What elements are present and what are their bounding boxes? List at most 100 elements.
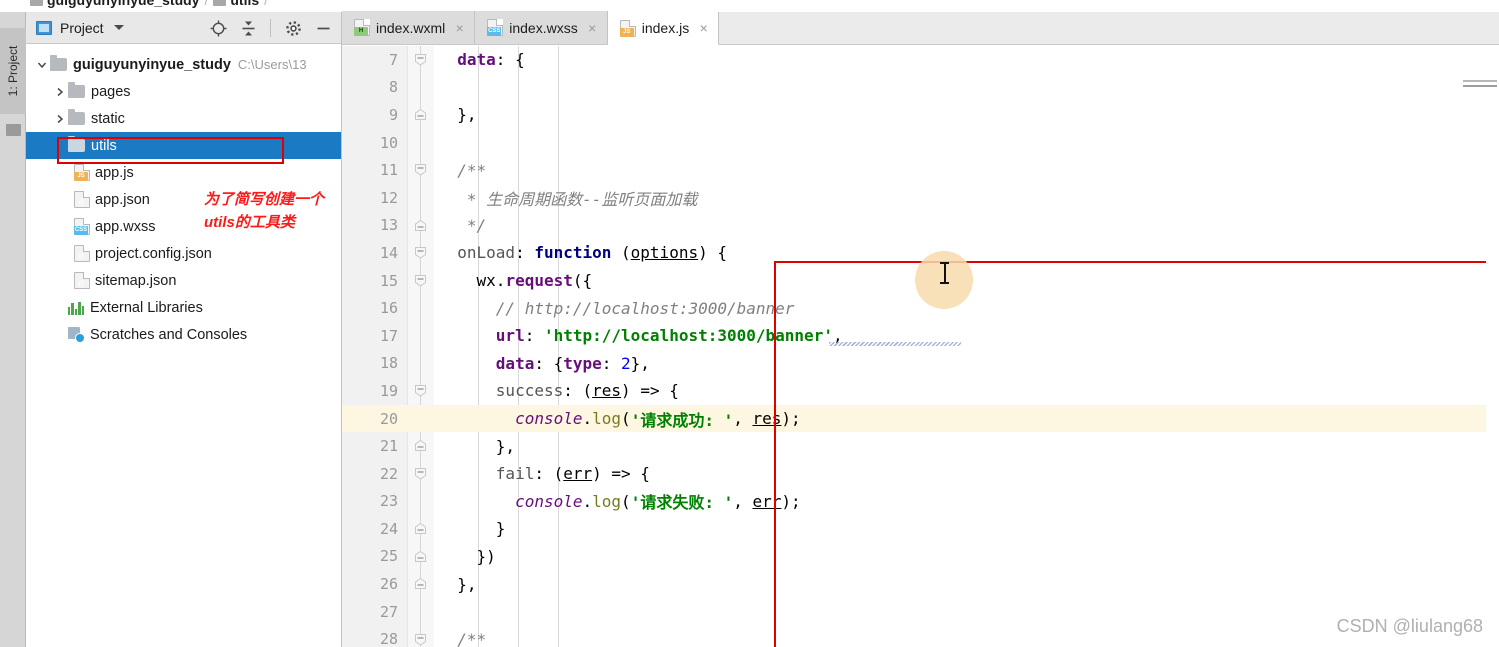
close-icon[interactable]: × bbox=[587, 20, 598, 36]
fold-collapse-icon[interactable] bbox=[414, 633, 427, 646]
line-number[interactable]: 25 bbox=[342, 543, 398, 571]
line-number[interactable]: 14 bbox=[342, 239, 398, 267]
chevron-down-icon[interactable] bbox=[113, 25, 124, 30]
vertical-scrollbar[interactable] bbox=[1486, 80, 1499, 647]
line-number[interactable]: 20 bbox=[342, 405, 398, 433]
code-editor[interactable]: 7 data: {8 9 }, 10 11 /** 12 * 生命周期函数--监听页面加… bbox=[342, 46, 1499, 647]
line-number[interactable]: 8 bbox=[342, 74, 398, 102]
tree-row[interactable]: {} project.config.json bbox=[26, 240, 341, 267]
minimize-icon[interactable] bbox=[311, 16, 335, 40]
code-line[interactable]: 13 */ bbox=[342, 212, 1499, 240]
code-token: /** bbox=[438, 629, 487, 647]
tree-item-label: utils bbox=[91, 137, 117, 154]
code-line[interactable]: 9 }, bbox=[342, 101, 1499, 129]
code-lines[interactable]: 7 data: {8 9 }, 10 11 /** 12 * 生命周期函数--监听页面加… bbox=[342, 46, 1499, 647]
fold-collapse-icon[interactable] bbox=[414, 246, 427, 259]
code-line[interactable]: 18 data: {type: 2}, bbox=[342, 350, 1499, 378]
tree-row[interactable]: pages bbox=[26, 78, 341, 105]
code-line[interactable]: 22 fail: (err) => { bbox=[342, 460, 1499, 488]
fold-end-icon[interactable] bbox=[414, 522, 427, 535]
code-line[interactable]: 24 } bbox=[342, 515, 1499, 543]
code-line[interactable]: 8 bbox=[342, 74, 1499, 102]
tree-item-label: app.json bbox=[95, 191, 150, 208]
fold-end-icon[interactable] bbox=[414, 577, 427, 590]
project-tree[interactable]: guiguyunyinyue_study C:\Users\13 pages stat… bbox=[26, 45, 341, 647]
chevron-right-icon[interactable] bbox=[52, 111, 68, 127]
code-line[interactable]: 27 bbox=[342, 598, 1499, 626]
line-number[interactable]: 9 bbox=[342, 101, 398, 129]
line-number[interactable]: 11 bbox=[342, 156, 398, 184]
scratches-icon bbox=[68, 326, 85, 343]
line-number[interactable]: 22 bbox=[342, 460, 398, 488]
structure-folder-icon[interactable] bbox=[6, 124, 21, 136]
fold-collapse-icon[interactable] bbox=[414, 384, 427, 397]
line-number[interactable]: 23 bbox=[342, 488, 398, 516]
fold-collapse-icon[interactable] bbox=[414, 274, 427, 287]
line-number[interactable]: 13 bbox=[342, 212, 398, 240]
code-line[interactable]: 16 // http://localhost:3000/banner bbox=[342, 294, 1499, 322]
tree-row[interactable]: {} sitemap.json bbox=[26, 267, 341, 294]
fold-end-icon[interactable] bbox=[414, 219, 427, 232]
line-content: url: 'http://localhost:3000/banner', bbox=[438, 322, 843, 350]
code-line[interactable]: 11 /** bbox=[342, 156, 1499, 184]
tab-index-wxss[interactable]: CSS index.wxss × bbox=[475, 11, 608, 44]
code-line[interactable]: 20 console. log('请求成功: ', res); bbox=[342, 404, 1499, 433]
code-line[interactable]: 28 /** bbox=[342, 625, 1499, 647]
line-number[interactable]: 26 bbox=[342, 570, 398, 598]
code-line[interactable]: 19 success: (res) => { bbox=[342, 377, 1499, 405]
line-content: /** bbox=[438, 156, 486, 184]
code-token: }, bbox=[438, 436, 516, 456]
line-number[interactable]: 24 bbox=[342, 515, 398, 543]
fold-end-icon[interactable] bbox=[414, 550, 427, 563]
breadcrumb-segment-project[interactable]: guiguyunyinyue_study bbox=[47, 0, 199, 8]
close-icon[interactable]: × bbox=[454, 20, 465, 36]
code-line[interactable]: 26 }, bbox=[342, 570, 1499, 598]
tree-annotation-note: 为了简写创建一个 utils的工具类 bbox=[204, 188, 364, 234]
project-panel: Project guiguyunyinyue_study C:\Users\13… bbox=[26, 12, 342, 647]
breadcrumb-segment-utils[interactable]: utils bbox=[230, 0, 259, 8]
line-number[interactable]: 12 bbox=[342, 184, 398, 212]
code-line[interactable]: 23 console. log('请求失败: ', err); bbox=[342, 488, 1499, 516]
locate-icon[interactable] bbox=[206, 16, 230, 40]
line-number[interactable]: 7 bbox=[342, 46, 398, 74]
fold-collapse-icon[interactable] bbox=[414, 53, 427, 66]
fold-end-icon[interactable] bbox=[414, 108, 427, 121]
line-number[interactable]: 21 bbox=[342, 432, 398, 460]
fold-collapse-icon[interactable] bbox=[414, 467, 427, 480]
line-number[interactable]: 18 bbox=[342, 350, 398, 378]
fold-collapse-icon[interactable] bbox=[414, 163, 427, 177]
line-number[interactable]: 19 bbox=[342, 377, 398, 405]
tree-row[interactable]: Scratches and Consoles bbox=[26, 321, 341, 348]
code-token: err bbox=[563, 464, 593, 484]
tree-row[interactable]: static bbox=[26, 105, 341, 132]
collapse-all-icon[interactable] bbox=[236, 16, 260, 40]
code-line[interactable]: 7 data: { bbox=[342, 46, 1499, 74]
tab-label: index.wxml bbox=[376, 19, 446, 36]
tree-row[interactable]: utils bbox=[26, 132, 341, 159]
code-line[interactable]: 25 }) bbox=[342, 543, 1499, 571]
fold-end-icon[interactable] bbox=[414, 439, 427, 452]
code-line[interactable]: 10 bbox=[342, 129, 1499, 157]
gear-icon[interactable] bbox=[281, 16, 305, 40]
line-number[interactable]: 15 bbox=[342, 267, 398, 295]
line-number[interactable]: 10 bbox=[342, 129, 398, 157]
close-icon[interactable]: × bbox=[698, 20, 709, 36]
tree-row[interactable]: guiguyunyinyue_study C:\Users\13 bbox=[26, 51, 341, 78]
code-line[interactable]: 21 }, bbox=[342, 432, 1499, 460]
chevron-down-icon[interactable] bbox=[34, 57, 50, 73]
line-number[interactable]: 17 bbox=[342, 322, 398, 350]
line-number[interactable]: 16 bbox=[342, 294, 398, 322]
tree-row[interactable]: External Libraries bbox=[26, 294, 341, 321]
line-number[interactable]: 27 bbox=[342, 598, 398, 626]
folder-icon bbox=[213, 0, 227, 7]
line-content: wx. request({ bbox=[438, 267, 593, 295]
html-file-icon: H bbox=[354, 19, 370, 36]
tab-index-wxml[interactable]: Hindex.wxml × bbox=[342, 11, 476, 44]
tree-row[interactable]: JS app.js bbox=[26, 159, 341, 186]
chevron-right-icon[interactable] bbox=[52, 84, 68, 100]
tab-index-js[interactable]: JS index.js × bbox=[607, 12, 720, 45]
code-line[interactable]: 12 * 生命周期函数--监听页面加载 bbox=[342, 184, 1499, 212]
line-number[interactable]: 28 bbox=[342, 625, 398, 647]
sidebar-item-project-toolwindow[interactable]: 1: Project bbox=[0, 28, 26, 114]
tree-item-label: project.config.json bbox=[95, 245, 212, 262]
